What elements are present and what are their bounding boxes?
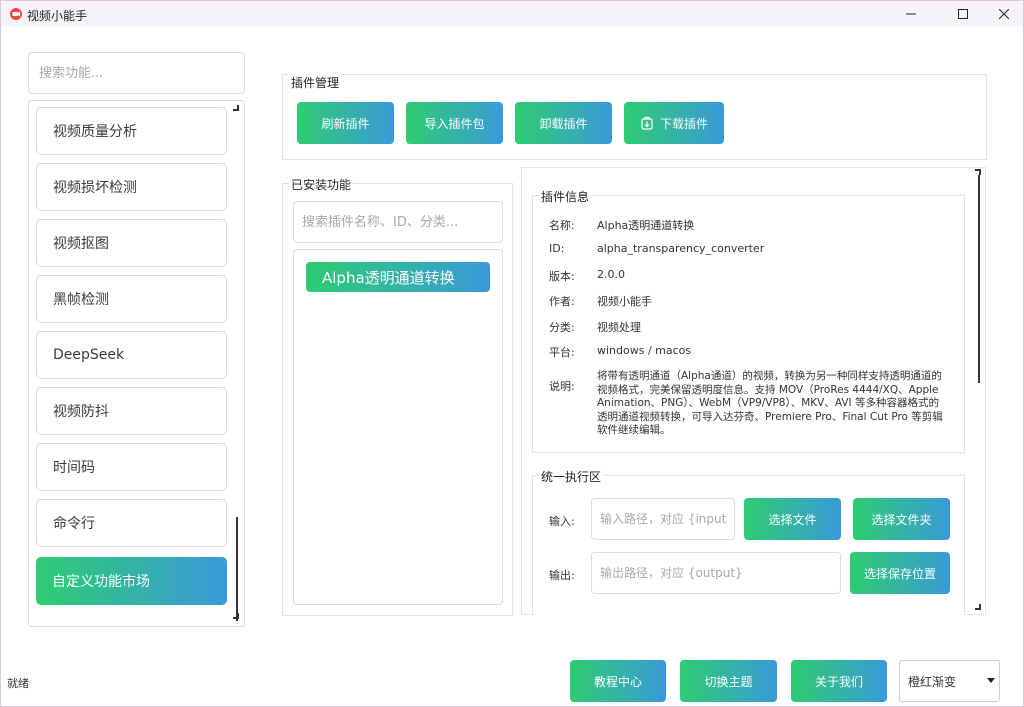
maximize-icon bbox=[958, 9, 968, 19]
about-us-button[interactable]: 关于我们 bbox=[791, 660, 887, 702]
sidebar-item-plugin-market[interactable]: 自定义功能市场 bbox=[36, 557, 227, 605]
info-author-value: 视频小能手 bbox=[597, 295, 652, 308]
sidebar-item-matting[interactable]: 视频抠图 bbox=[36, 219, 227, 267]
info-name-label: 名称: bbox=[549, 219, 575, 232]
info-platform-label: 平台: bbox=[549, 346, 575, 359]
theme-select[interactable]: 橙红渐变 bbox=[899, 660, 1000, 702]
sidebar-item-deepseek[interactable]: DeepSeek bbox=[36, 331, 227, 379]
info-name-value: Alpha透明通道转换 bbox=[597, 219, 695, 232]
info-desc-value: 将带有透明通道（Alpha通道）的视频，转换为另一种同样支持透明通道的视频格式，… bbox=[597, 370, 943, 436]
info-category-label: 分类: bbox=[549, 321, 575, 334]
scroll-corner-top bbox=[233, 105, 239, 111]
sidebar-item-black-frame[interactable]: 黑帧检测 bbox=[36, 275, 227, 323]
plugin-info-title: 插件信息 bbox=[539, 188, 592, 205]
status-text: 就绪 bbox=[7, 677, 29, 690]
input-label: 输入: bbox=[549, 515, 575, 528]
download-plugin-label: 下载插件 bbox=[659, 116, 708, 131]
tutorial-center-button[interactable]: 教程中心 bbox=[570, 660, 666, 702]
exec-title: 统一执行区 bbox=[539, 468, 604, 485]
sidebar-item-label: 视频防抖 bbox=[53, 404, 109, 420]
maximize-button[interactable] bbox=[940, 1, 986, 27]
sidebar-item-damage-detect[interactable]: 视频损坏检测 bbox=[36, 163, 227, 211]
info-version-value: 2.0.0 bbox=[597, 268, 625, 281]
sidebar-item-quality-analysis[interactable]: 视频质量分析 bbox=[36, 107, 227, 155]
plugin-search-input[interactable] bbox=[293, 201, 503, 243]
sidebar-item-stabilize[interactable]: 视频防抖 bbox=[36, 387, 227, 435]
close-button[interactable] bbox=[981, 1, 1023, 27]
function-search-input[interactable] bbox=[28, 52, 245, 94]
plugin-manage-title: 插件管理 bbox=[289, 74, 342, 91]
installed-plugin-list[interactable]: Alpha透明通道转换 bbox=[293, 249, 503, 605]
theme-select-value: 橙红渐变 bbox=[908, 674, 957, 689]
sidebar-item-label: 命令行 bbox=[53, 516, 95, 532]
title-bar: 视频小能手 bbox=[1, 1, 1023, 27]
minimize-button[interactable] bbox=[888, 1, 934, 27]
sidebar-item-label: 自定义功能市场 bbox=[52, 574, 150, 590]
sidebar-item-timecode[interactable]: 时间码 bbox=[36, 443, 227, 491]
info-author-label: 作者: bbox=[549, 295, 575, 308]
info-category-value: 视频处理 bbox=[597, 321, 641, 334]
select-save-location-button[interactable]: 选择保存位置 bbox=[850, 552, 950, 594]
sidebar-item-label: 视频抠图 bbox=[53, 236, 109, 252]
select-folder-button[interactable]: 选择文件夹 bbox=[853, 498, 950, 540]
sidebar-item-label: 黑帧检测 bbox=[53, 292, 109, 308]
info-platform-value: windows / macos bbox=[597, 344, 692, 357]
window-title: 视频小能手 bbox=[27, 9, 88, 23]
download-icon bbox=[641, 116, 653, 130]
output-path-field[interactable] bbox=[591, 552, 841, 594]
sidebar-item-label: 视频质量分析 bbox=[53, 124, 137, 140]
sidebar-item-command-line[interactable]: 命令行 bbox=[36, 499, 227, 547]
exec-group bbox=[532, 475, 965, 615]
switch-theme-button[interactable]: 切换主题 bbox=[680, 660, 777, 702]
detail-scrollbar[interactable] bbox=[978, 175, 980, 383]
sidebar-scrollbar[interactable] bbox=[236, 517, 238, 621]
import-plugin-button[interactable]: 导入插件包 bbox=[406, 102, 503, 144]
installed-plugin-item[interactable]: Alpha透明通道转换 bbox=[306, 262, 490, 292]
chevron-down-icon bbox=[987, 678, 995, 683]
app-window: 视频小能手 视频质量分析 视频损坏检测 视频抠图 黑帧检测 DeepSeek 视… bbox=[0, 0, 1024, 707]
scroll-corner-bottom bbox=[233, 613, 239, 619]
input-path-field[interactable] bbox=[591, 498, 735, 540]
refresh-plugins-button[interactable]: 刷新插件 bbox=[297, 102, 394, 144]
sidebar-item-label: 时间码 bbox=[53, 460, 95, 476]
download-plugin-button[interactable]: 下载插件 bbox=[624, 102, 724, 144]
sidebar-item-label: DeepSeek bbox=[53, 347, 125, 363]
close-icon bbox=[999, 9, 1009, 19]
sidebar-item-label: 视频损坏检测 bbox=[53, 180, 137, 196]
info-desc-label: 说明: bbox=[549, 380, 575, 393]
installed-plugin-label: Alpha透明通道转换 bbox=[322, 268, 455, 287]
select-file-button[interactable]: 选择文件 bbox=[744, 498, 841, 540]
info-version-label: 版本: bbox=[549, 270, 575, 283]
uninstall-plugin-button[interactable]: 卸载插件 bbox=[515, 102, 612, 144]
detail-scroll-corner-bottom bbox=[975, 604, 981, 610]
output-label: 输出: bbox=[549, 569, 575, 582]
minimize-icon bbox=[906, 13, 916, 15]
installed-title: 已安装功能 bbox=[289, 176, 354, 193]
function-list[interactable]: 视频质量分析 视频损坏检测 视频抠图 黑帧检测 DeepSeek 视频防抖 时间… bbox=[28, 100, 245, 627]
info-id-value: alpha_transparency_converter bbox=[597, 242, 765, 255]
info-id-label: ID: bbox=[549, 242, 565, 255]
app-logo-icon bbox=[10, 8, 22, 20]
